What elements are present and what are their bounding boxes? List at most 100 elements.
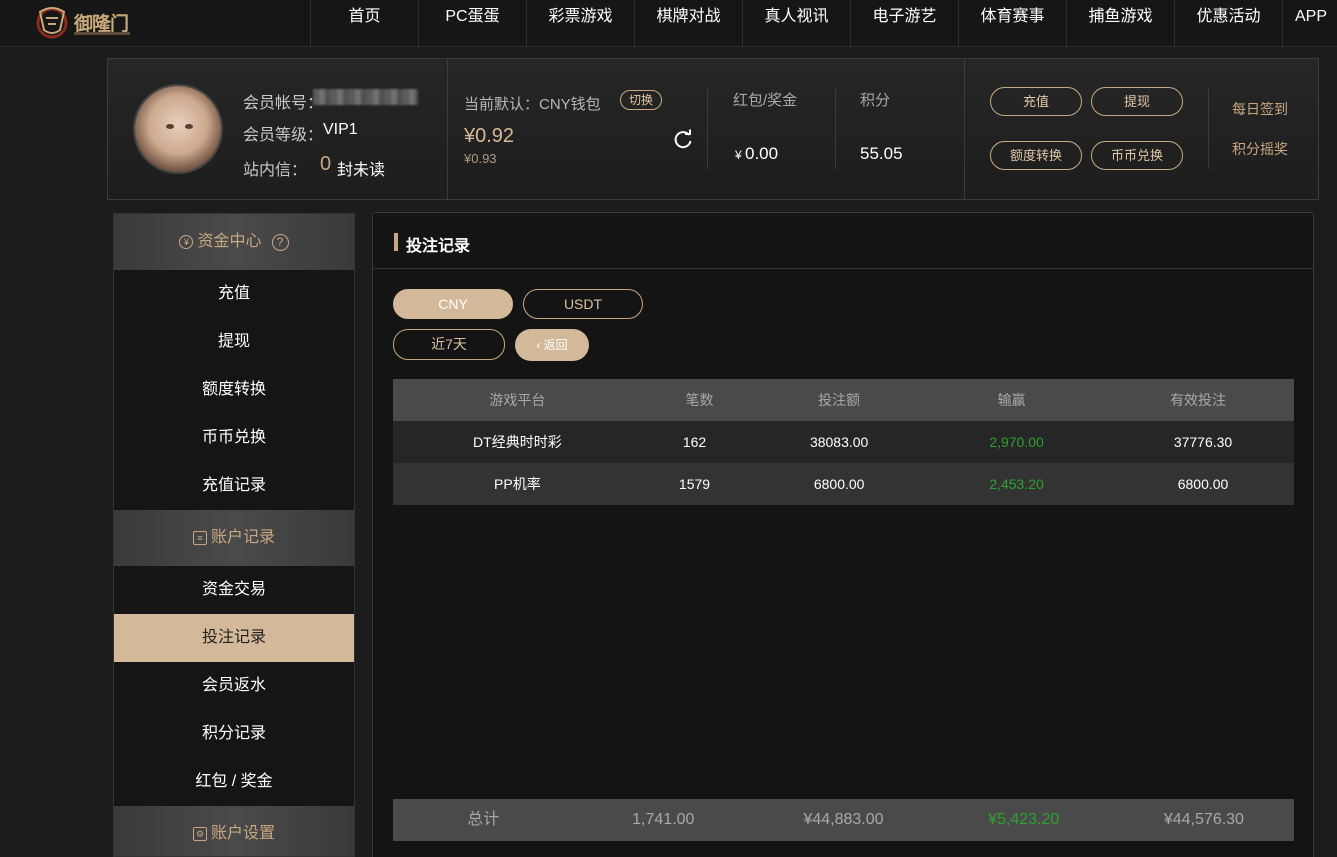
fund-center-label: 资金中心	[197, 233, 262, 250]
sidebar-item-transactions[interactable]: 资金交易	[114, 566, 354, 614]
fund-center-header: ¥ 资金中心 ?	[114, 214, 354, 270]
total-count: 1,741.00	[632, 811, 695, 828]
total-winloss: ¥5,423.20	[988, 811, 1060, 828]
nav-slots[interactable]: 电子游艺	[850, 0, 958, 47]
profile-panel: 会员帐号： 会员等级： VIP1 站内信： 0 封未读 当前默认：CNY钱包 切…	[107, 58, 1319, 200]
nav-live[interactable]: 真人视讯	[742, 0, 850, 47]
bonus-value: 0.00	[745, 144, 779, 163]
main-nav: 首页 PC蛋蛋 彩票游戏 棋牌对战 真人视讯 电子游艺 体育赛事 捕鱼游戏 优惠…	[310, 0, 1337, 47]
sidebar-item-withdraw[interactable]: 提现	[114, 318, 354, 366]
sidebar-item-transfer[interactable]: 额度转换	[114, 366, 354, 414]
nav-lottery[interactable]: 彩票游戏	[526, 0, 634, 47]
table-row: DT经典时时彩 162 38083.00 2,970.00 37776.30	[393, 421, 1294, 463]
currency-tab-cny[interactable]: CNY	[393, 289, 513, 319]
withdraw-button[interactable]: 提现	[1091, 87, 1183, 116]
table-cell: 6800.00	[757, 463, 922, 505]
exchange-button[interactable]: 币币兑换	[1091, 141, 1183, 170]
nav-promotions[interactable]: 优惠活动	[1174, 0, 1282, 47]
sidebar-item-deposit-records[interactable]: 充值记录	[114, 462, 354, 510]
document-icon: ≡	[192, 531, 207, 545]
level-value: VIP1	[323, 121, 358, 138]
divider	[835, 89, 836, 169]
help-icon[interactable]: ?	[271, 233, 289, 251]
table-cell: 162	[641, 421, 758, 463]
sidebar-item-deposit[interactable]: 充值	[114, 270, 354, 318]
back-button[interactable]: ‹ 返回	[515, 329, 589, 361]
inbox-label: 站内信：	[243, 162, 308, 179]
back-label: 返回	[543, 338, 568, 352]
deposit-button[interactable]: 充值	[990, 87, 1082, 116]
nav-pc-egg[interactable]: PC蛋蛋	[418, 0, 526, 47]
table-cell: 37776.30	[1102, 421, 1294, 463]
sidebar-item-bet-records[interactable]: 投注记录	[114, 614, 354, 662]
account-settings-label: 账户设置	[210, 825, 275, 842]
nav-chess[interactable]: 棋牌对战	[634, 0, 742, 47]
page-title: 投注记录	[406, 238, 471, 255]
total-bet: ¥44,883.00	[803, 811, 884, 828]
column-header: 有效投注	[1102, 379, 1294, 421]
totals-row: 总计 1,741.00 ¥44,883.00 ¥5,423.20 ¥44,576…	[393, 799, 1294, 841]
title-accent-bar	[394, 233, 398, 251]
total-label: 总计	[467, 811, 500, 828]
nav-sports[interactable]: 体育赛事	[958, 0, 1066, 47]
points-value: 55.05	[860, 144, 903, 163]
inbox-count[interactable]: 0	[320, 153, 331, 176]
period-select[interactable]: 近7天	[393, 329, 505, 360]
bonus-label: 红包/奖金	[733, 92, 798, 109]
avatar	[133, 84, 223, 174]
nav-fishing[interactable]: 捕鱼游戏	[1066, 0, 1174, 47]
divider	[707, 89, 708, 169]
wallet-amount: ¥0.92	[464, 125, 515, 147]
total-valid-bet: ¥44,576.30	[1163, 811, 1244, 828]
panel-header: 投注记录	[373, 213, 1313, 269]
account-records-label: 账户记录	[210, 529, 275, 546]
bet-records-table: 游戏平台 笔数 投注额 输赢 有效投注 DT经典时时彩 162 38083.00…	[393, 379, 1294, 505]
table-cell: PP机率	[393, 463, 642, 505]
inbox-suffix: 封未读	[337, 162, 386, 179]
table-cell: 2,970.00	[921, 421, 1103, 463]
sidebar-item-rebate[interactable]: 会员返水	[114, 662, 354, 710]
table-cell: 38083.00	[757, 421, 922, 463]
divider	[1208, 89, 1209, 169]
sidebar-item-bonus[interactable]: 红包 / 奖金	[114, 758, 354, 806]
level-label: 会员等级：	[243, 127, 324, 144]
table-cell: 1579	[641, 463, 758, 505]
account-label: 会员帐号：	[243, 95, 324, 112]
user-settings-icon: ⚙	[192, 827, 207, 841]
logo-tagline	[74, 32, 130, 35]
top-navbar: 御隆门 首页 PC蛋蛋 彩票游戏 棋牌对战 真人视讯 电子游艺 体育赛事 捕鱼游…	[0, 0, 1337, 47]
account-records-header: ≡ 账户记录	[114, 510, 354, 566]
sidebar-item-points-records[interactable]: 积分记录	[114, 710, 354, 758]
sidebar-item-exchange[interactable]: 币币兑换	[114, 414, 354, 462]
transfer-button[interactable]: 额度转换	[990, 141, 1082, 170]
site-logo[interactable]: 御隆门	[34, 2, 130, 42]
column-header: 笔数	[641, 379, 758, 421]
table-cell: 6800.00	[1102, 463, 1294, 505]
wallet-sub-amount: ¥0.93	[464, 151, 497, 166]
table-cell: 2,453.20	[921, 463, 1103, 505]
daily-signin-link[interactable]: 每日签到	[1232, 99, 1288, 119]
column-header: 输赢	[921, 379, 1103, 421]
column-header: 投注额	[757, 379, 922, 421]
account-masked	[313, 89, 418, 105]
bet-records-panel: 投注记录 CNY USDT 近7天 ‹ 返回 游戏平台 笔数 投注额 输赢 有效…	[372, 212, 1314, 857]
table-cell: DT经典时时彩	[393, 421, 642, 463]
column-header: 游戏平台	[393, 379, 642, 421]
points-label: 积分	[860, 92, 891, 109]
yuan-icon: ¥	[179, 235, 194, 249]
logo-emblem-icon	[36, 7, 68, 39]
bonus-currency: ¥	[735, 148, 742, 162]
switch-wallet-button[interactable]: 切换	[620, 90, 662, 110]
chevron-left-icon: ‹	[536, 338, 544, 352]
sidebar: ¥ 资金中心 ? 充值 提现 额度转换 币币兑换 充值记录 ≡ 账户记录 资金交…	[113, 213, 355, 857]
points-lottery-link[interactable]: 积分摇奖	[1232, 139, 1288, 159]
wallet-label: 当前默认：CNY钱包	[464, 96, 601, 113]
currency-tab-usdt[interactable]: USDT	[523, 289, 643, 319]
divider	[447, 59, 448, 199]
nav-app[interactable]: APP	[1282, 0, 1337, 47]
nav-home[interactable]: 首页	[310, 0, 418, 47]
divider	[964, 59, 965, 199]
account-settings-header[interactable]: ⚙ 账户设置	[114, 806, 354, 856]
table-row: PP机率 1579 6800.00 2,453.20 6800.00	[393, 463, 1294, 505]
refresh-icon[interactable]	[672, 129, 694, 151]
